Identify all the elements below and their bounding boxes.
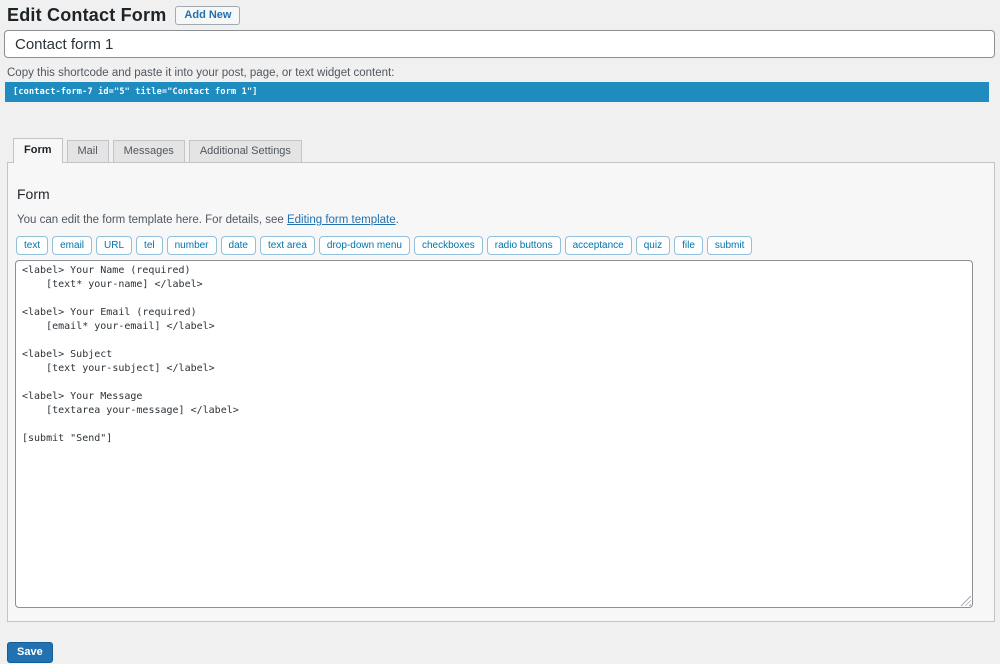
tag-button-drop-down-menu[interactable]: drop-down menu (319, 236, 410, 255)
tag-button-text-area[interactable]: text area (260, 236, 315, 255)
tag-button-number[interactable]: number (167, 236, 217, 255)
panel-heading: Form (17, 185, 974, 203)
form-template-editor-wrap: <label> Your Name (required) [text* your… (15, 260, 973, 608)
tab-form[interactable]: Form (13, 138, 63, 163)
add-new-button[interactable]: Add New (175, 6, 240, 25)
edit-contact-form-page: Edit Contact Form Add New Copy this shor… (0, 0, 1000, 663)
save-button[interactable]: Save (7, 642, 53, 663)
tag-button-acceptance[interactable]: acceptance (565, 236, 632, 255)
shortcode-field[interactable]: [contact-form-7 id="5" title="Contact fo… (5, 82, 989, 102)
form-template-editor[interactable]: <label> Your Name (required) [text* your… (15, 260, 973, 608)
tab-mail[interactable]: Mail (67, 140, 109, 162)
shortcode-section: Copy this shortcode and paste it into yo… (4, 67, 995, 102)
tag-generator-toolbar: text email URL tel number date text area… (16, 236, 974, 255)
tag-button-radio-buttons[interactable]: radio buttons (487, 236, 561, 255)
tab-additional-settings[interactable]: Additional Settings (189, 140, 302, 162)
form-panel: Form You can edit the form template here… (7, 162, 995, 622)
tag-button-email[interactable]: email (52, 236, 92, 255)
page-header: Edit Contact Form Add New (7, 3, 995, 27)
editor-tabs: Form Mail Messages Additional Settings (13, 138, 995, 162)
tag-button-checkboxes[interactable]: checkboxes (414, 236, 483, 255)
tag-button-quiz[interactable]: quiz (636, 236, 670, 255)
panel-description-period: . (396, 214, 399, 226)
tag-button-tel[interactable]: tel (136, 236, 163, 255)
panel-description: You can edit the form template here. For… (17, 213, 974, 227)
page-title: Edit Contact Form (7, 5, 166, 26)
panel-description-text: You can edit the form template here. For… (17, 214, 287, 226)
tag-button-submit[interactable]: submit (707, 236, 752, 255)
tag-button-text[interactable]: text (16, 236, 48, 255)
tag-button-url[interactable]: URL (96, 236, 132, 255)
form-title-input[interactable] (4, 30, 995, 58)
tag-button-file[interactable]: file (674, 236, 703, 255)
tab-messages[interactable]: Messages (113, 140, 185, 162)
editing-form-template-link[interactable]: Editing form template (287, 214, 396, 226)
tag-button-date[interactable]: date (221, 236, 256, 255)
shortcode-hint: Copy this shortcode and paste it into yo… (7, 67, 995, 79)
